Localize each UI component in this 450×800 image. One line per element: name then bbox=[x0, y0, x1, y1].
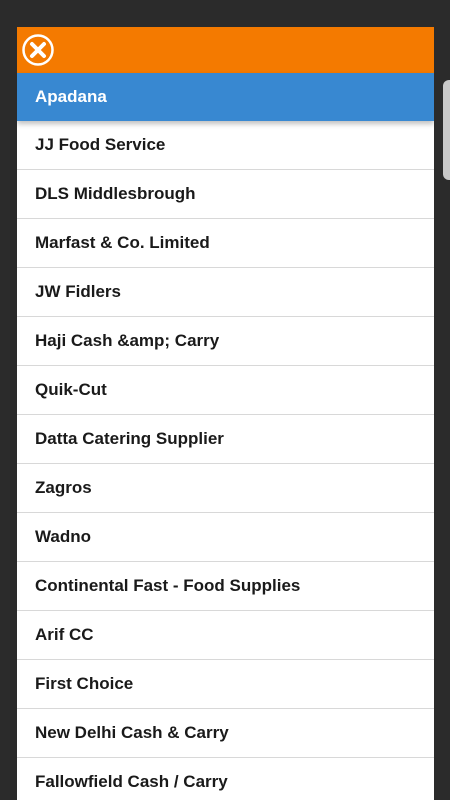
list-item[interactable]: Arif CC bbox=[17, 611, 434, 660]
list-item[interactable]: Quik-Cut bbox=[17, 366, 434, 415]
list-item[interactable]: Zagros bbox=[17, 464, 434, 513]
supplier-dialog: Apadana JJ Food Service DLS Middlesbroug… bbox=[17, 27, 434, 800]
close-button[interactable] bbox=[22, 34, 54, 66]
close-icon bbox=[22, 34, 54, 66]
list-item[interactable]: New Delhi Cash & Carry bbox=[17, 709, 434, 758]
list-item[interactable]: Wadno bbox=[17, 513, 434, 562]
list-item[interactable]: DLS Middlesbrough bbox=[17, 170, 434, 219]
supplier-list: Apadana JJ Food Service DLS Middlesbroug… bbox=[17, 73, 434, 800]
list-item[interactable]: Fallowfield Cash / Carry bbox=[17, 758, 434, 800]
list-item[interactable]: Haji Cash &amp; Carry bbox=[17, 317, 434, 366]
list-item[interactable]: First Choice bbox=[17, 660, 434, 709]
list-item[interactable]: JJ Food Service bbox=[17, 121, 434, 170]
side-scroll-handle[interactable] bbox=[443, 80, 450, 180]
list-item[interactable]: Datta Catering Supplier bbox=[17, 415, 434, 464]
list-item[interactable]: Continental Fast - Food Supplies bbox=[17, 562, 434, 611]
dialog-header bbox=[17, 27, 434, 73]
status-bar-area bbox=[0, 0, 450, 27]
list-item[interactable]: Marfast & Co. Limited bbox=[17, 219, 434, 268]
list-item[interactable]: JW Fidlers bbox=[17, 268, 434, 317]
list-item[interactable]: Apadana bbox=[17, 73, 434, 121]
